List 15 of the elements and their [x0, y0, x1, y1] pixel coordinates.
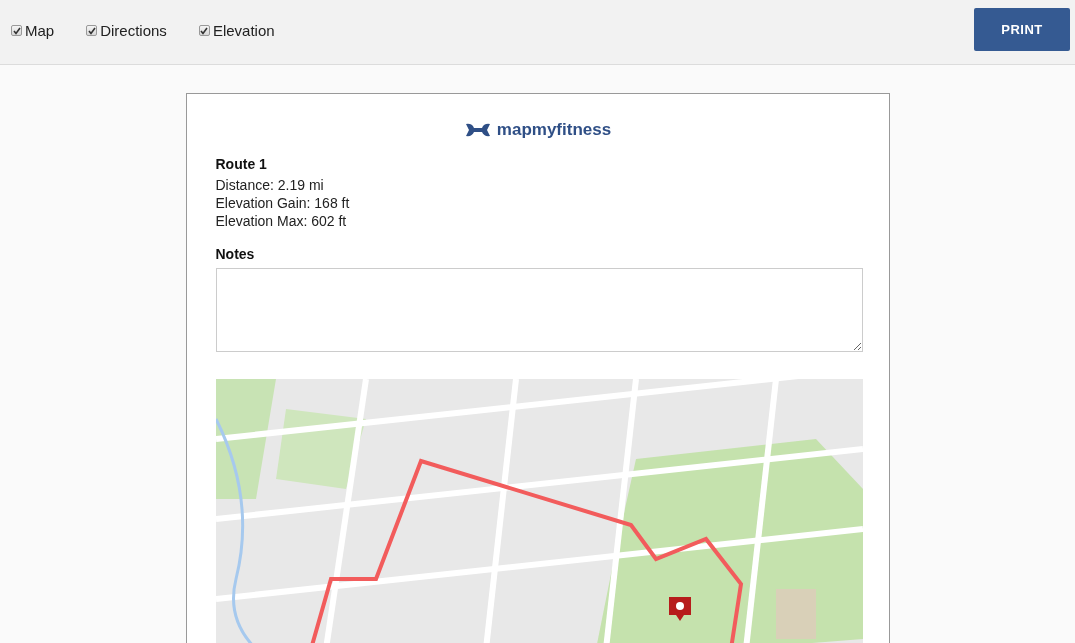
checkbox[interactable] — [86, 25, 98, 36]
option-label[interactable]: Elevation — [212, 22, 275, 39]
logo-text: mapmyfitness — [496, 120, 612, 140]
route-stat: Elevation Max: 602 ft — [215, 212, 348, 230]
option-label[interactable]: Map — [25, 22, 55, 39]
checkbox[interactable] — [11, 25, 22, 36]
notes-field[interactable] — [215, 268, 863, 352]
checkbox[interactable] — [198, 25, 210, 36]
option-label[interactable]: Directions — [100, 22, 167, 39]
notes-label: Notes — [215, 246, 256, 262]
logo-icon — [464, 123, 491, 137]
route-stat: Elevation Gain: 168 ft — [215, 194, 351, 212]
route-stat: Distance: 2.19 mi — [215, 176, 325, 194]
print-button[interactable]: PRINT — [974, 8, 1070, 51]
route-title: Route 1 — [215, 156, 268, 172]
